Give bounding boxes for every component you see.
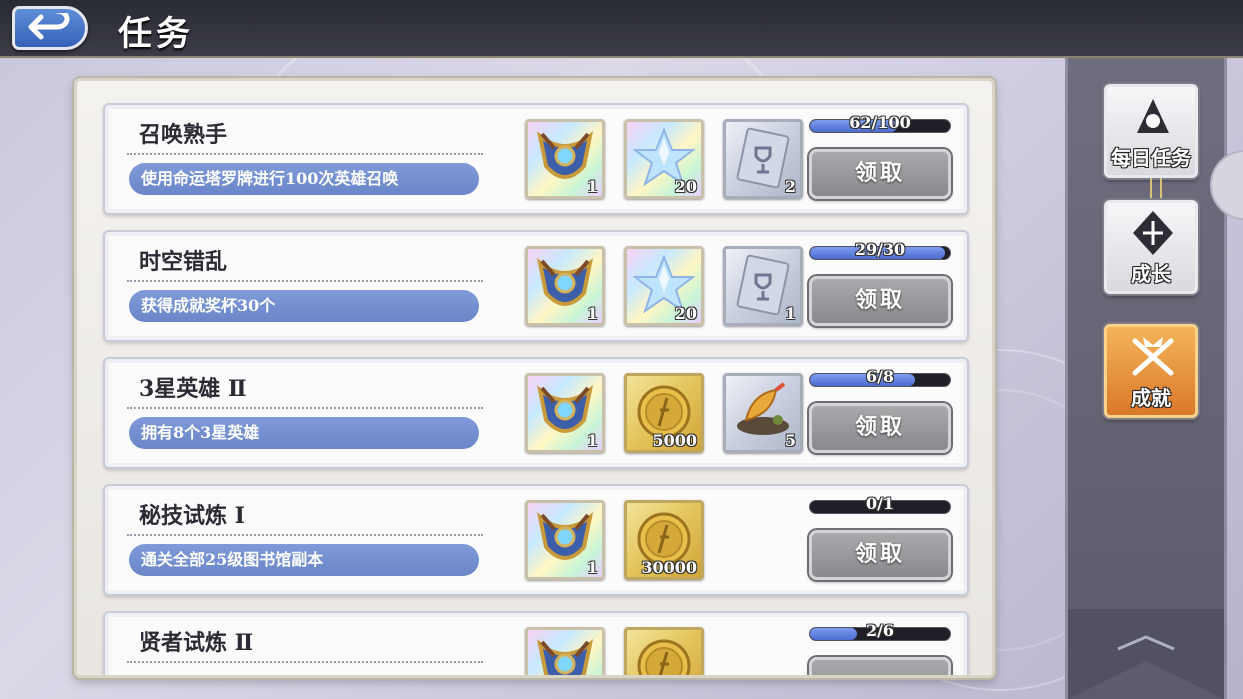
back-arrow-icon bbox=[28, 13, 70, 40]
claim-button[interactable]: 领取 bbox=[809, 403, 951, 453]
nav-growth[interactable]: 成长 bbox=[1104, 200, 1198, 294]
task-panel: 召唤熟手 使用命运塔罗牌进行100次英雄召唤 1 20 2 62/100 领取 时空错乱 获得成… bbox=[74, 78, 995, 678]
sidebar-banner-tail bbox=[1068, 609, 1224, 699]
nav-label: 成就 bbox=[1131, 386, 1171, 410]
task-description: 拥有8个3星英雄 bbox=[129, 417, 479, 449]
progress-text: 62/100 bbox=[849, 113, 911, 132]
back-button[interactable] bbox=[12, 6, 88, 50]
reward-item[interactable]: 1 bbox=[723, 246, 803, 326]
reward-quantity: 20 bbox=[674, 177, 697, 196]
progress-text: 0/1 bbox=[865, 494, 895, 513]
reward-item[interactable]: 20 bbox=[624, 246, 704, 326]
divider bbox=[127, 534, 483, 536]
reward-item[interactable]: 1 bbox=[525, 119, 605, 199]
reward-item[interactable]: 1 bbox=[525, 373, 605, 453]
reward-quantity: 30000 bbox=[641, 558, 697, 577]
growth-icon bbox=[1133, 211, 1173, 255]
divider bbox=[127, 280, 483, 282]
claim-button[interactable]: 领取 bbox=[809, 276, 951, 326]
reward-item[interactable]: 2 bbox=[723, 119, 803, 199]
task-name: 贤者试炼 Ⅱ bbox=[139, 630, 254, 656]
progress-text: 6/8 bbox=[865, 367, 895, 386]
nav-daily-tasks[interactable]: 每日任务 bbox=[1104, 84, 1198, 178]
task-row: 贤者试炼 Ⅱ 2/6 bbox=[103, 611, 969, 675]
progress-text: 2/6 bbox=[865, 621, 895, 640]
reward-item[interactable] bbox=[624, 627, 704, 675]
top-bar: 任务 bbox=[0, 0, 1243, 58]
reward-quantity: 2 bbox=[784, 177, 796, 196]
reward-item[interactable]: 30000 bbox=[624, 500, 704, 580]
chain-decoration bbox=[1150, 178, 1162, 202]
reward-quantity: 5000 bbox=[652, 431, 697, 450]
reward-item[interactable]: 1 bbox=[525, 246, 605, 326]
progress-text: 29/30 bbox=[854, 240, 906, 259]
nav-label: 成长 bbox=[1131, 262, 1171, 286]
task-description: 获得成就奖杯30个 bbox=[129, 290, 479, 322]
reward-quantity: 1 bbox=[586, 431, 598, 450]
reward-item[interactable]: 1 bbox=[525, 500, 605, 580]
reward-item[interactable]: 5000 bbox=[624, 373, 704, 453]
reward-quantity: 5 bbox=[784, 431, 796, 450]
claim-button[interactable] bbox=[809, 657, 951, 675]
task-row: 秘技试炼 Ⅰ 通关全部25级图书馆副本 1 30000 0/1 领取 bbox=[103, 484, 969, 596]
task-name: 时空错乱 bbox=[139, 249, 228, 275]
nav-label: 每日任务 bbox=[1111, 146, 1191, 170]
reward-item[interactable]: 5 bbox=[723, 373, 803, 453]
reward-quantity: 1 bbox=[784, 304, 796, 323]
task-name: 3星英雄 Ⅱ bbox=[139, 376, 247, 402]
claim-button[interactable]: 领取 bbox=[809, 149, 951, 199]
reward-item[interactable] bbox=[525, 627, 605, 675]
task-description: 使用命运塔罗牌进行100次英雄召唤 bbox=[129, 163, 479, 195]
task-description: 通关全部25级图书馆副本 bbox=[129, 544, 479, 576]
divider bbox=[127, 661, 483, 663]
reward-quantity: 20 bbox=[674, 304, 697, 323]
claim-button[interactable]: 领取 bbox=[809, 530, 951, 580]
daily-task-icon bbox=[1137, 99, 1169, 133]
task-row: 召唤熟手使用命运塔罗牌进行100次英雄召唤 1 20 2 62/100 领取 bbox=[103, 103, 969, 215]
page-title: 任务 bbox=[118, 14, 194, 54]
task-row: 3星英雄 Ⅱ 拥有8个3星英雄 1 5000 5 6/8 领取 bbox=[103, 357, 969, 469]
reward-quantity: 1 bbox=[586, 304, 598, 323]
divider bbox=[127, 407, 483, 409]
task-name: 召唤熟手 bbox=[139, 122, 228, 148]
task-row: 时空错乱获得成就奖杯30个 1 20 1 29/30 领取 bbox=[103, 230, 969, 342]
reward-quantity: 1 bbox=[586, 558, 598, 577]
achievement-icon bbox=[1132, 337, 1174, 376]
reward-item[interactable]: 20 bbox=[624, 119, 704, 199]
task-name: 秘技试炼 Ⅰ bbox=[139, 503, 245, 529]
reward-quantity: 1 bbox=[586, 177, 598, 196]
divider bbox=[127, 153, 483, 155]
nav-achievements[interactable]: 成就 bbox=[1104, 324, 1198, 418]
